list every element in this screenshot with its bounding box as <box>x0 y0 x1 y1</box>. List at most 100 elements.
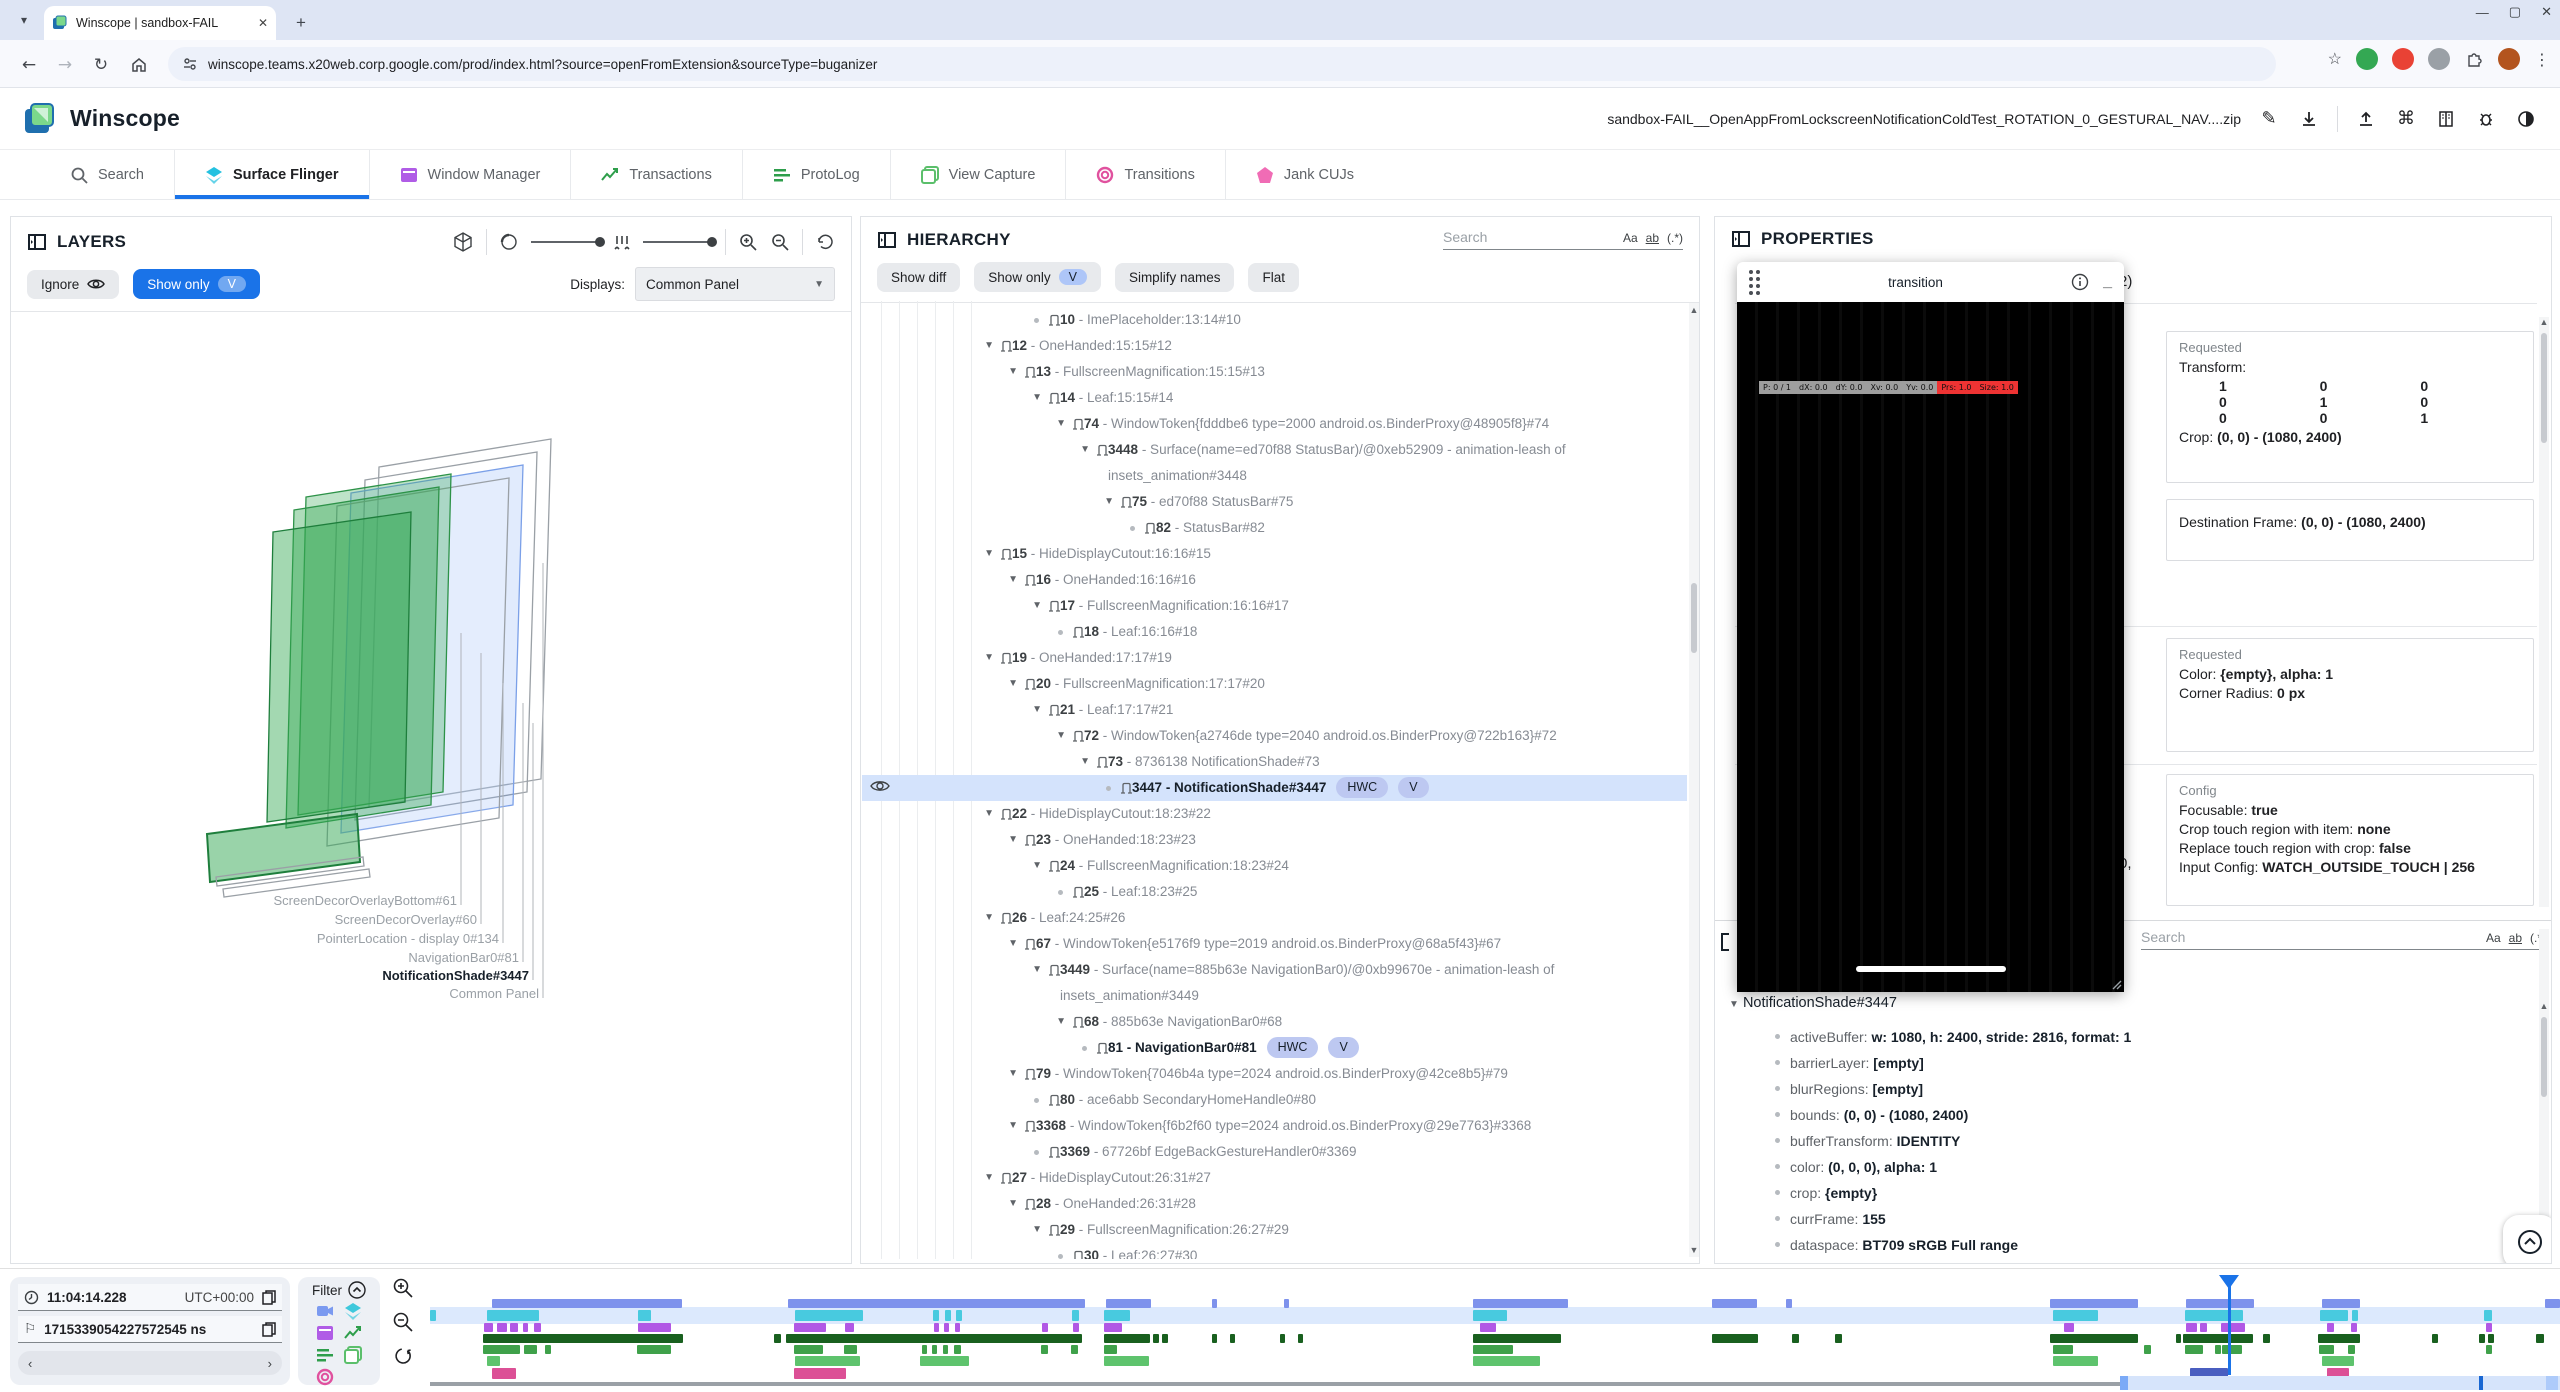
expand-arrow-icon[interactable]: ▼ <box>994 359 1036 385</box>
window-maximize-icon[interactable]: ▢ <box>2509 4 2521 20</box>
minimize-window-icon[interactable]: _ <box>2103 273 2112 291</box>
expand-arrow-icon[interactable]: ▼ <box>1090 489 1132 515</box>
spacing-slider[interactable] <box>643 241 713 243</box>
cast-icon[interactable] <box>2428 48 2450 70</box>
timeline-zoom-in-icon[interactable] <box>392 1277 414 1299</box>
expand-arrow-icon[interactable]: ▼ <box>970 801 1012 827</box>
expand-arrow-icon[interactable]: ▼ <box>994 671 1036 697</box>
expand-arrow-icon[interactable]: ▼ <box>994 1113 1036 1139</box>
tree-node-73[interactable]: ▼73 - 8736138 NotificationShade#73 <box>862 749 1687 775</box>
expand-arrow-icon[interactable]: ▼ <box>970 905 1012 931</box>
back-icon[interactable]: ← <box>16 52 42 78</box>
tree-node-80[interactable]: 80 - ace6abb SecondaryHomeHandle0#80 <box>862 1087 1687 1113</box>
resize-handle-icon[interactable] <box>2110 978 2122 990</box>
expand-arrow-icon[interactable]: ▼ <box>970 1165 1012 1191</box>
transition-window-titlebar[interactable]: transition _ <box>1737 262 2124 302</box>
expand-arrow-icon[interactable]: ▼ <box>1018 697 1060 723</box>
tree-node-17[interactable]: ▼17 - FullscreenMagnification:16:16#17 <box>862 593 1687 619</box>
timeline-tracks[interactable] <box>430 1269 2560 1392</box>
bookmark-star-icon[interactable]: ☆ <box>2328 49 2342 69</box>
expand-arrow-icon[interactable]: ▼ <box>970 645 1012 671</box>
expand-arrow-icon[interactable]: ▼ <box>970 333 1012 359</box>
tree-node-14[interactable]: ▼14 - Leaf:15:15#14 <box>862 385 1687 411</box>
tab-transitions[interactable]: Transitions <box>1065 150 1224 199</box>
transition-screenshot-window[interactable]: transition _ P: 0 / 1dX: 0.0dY: 0.0Xv: 0… <box>1737 262 2124 992</box>
timeline-cursor-head[interactable] <box>2219 1275 2239 1289</box>
expand-arrow-icon[interactable]: ▼ <box>1066 749 1108 775</box>
info-icon[interactable] <box>2071 273 2089 291</box>
tree-node-74[interactable]: ▼74 - WindowToken{fdddbe6 type=2000 andr… <box>862 411 1687 437</box>
filter-stack-icon[interactable] <box>344 1346 362 1364</box>
scroll-left-icon[interactable]: ‹ <box>28 1356 32 1371</box>
curr-prop-bounds[interactable]: bounds: (0, 0) - (1080, 2400) <box>1775 1107 1968 1123</box>
tree-node-3368[interactable]: ▼3368 - WindowToken{f6b2f60 type=2024 an… <box>862 1113 1687 1139</box>
collapse-panel-icon[interactable] <box>27 232 47 252</box>
show-only-chip[interactable]: Show only V <box>133 269 260 299</box>
shortcuts-icon[interactable]: ⌘ <box>2394 107 2418 131</box>
reset-view-icon[interactable] <box>815 232 835 252</box>
filter-list-icon[interactable] <box>316 1346 334 1364</box>
3d-view-icon[interactable] <box>452 231 474 253</box>
tree-node-21[interactable]: ▼21 - Leaf:17:17#21 <box>862 697 1687 723</box>
tree-node-12[interactable]: ▼12 - OneHanded:15:15#12 <box>862 333 1687 359</box>
curr-prop-activeBuffer[interactable]: activeBuffer: w: 1080, h: 2400, stride: … <box>1775 1029 2131 1045</box>
timeline-reset-zoom-icon[interactable] <box>392 1345 414 1367</box>
match-word-icon[interactable]: ab <box>2509 931 2522 945</box>
expand-arrow-icon[interactable]: ▼ <box>1042 1009 1084 1035</box>
expand-arrow-icon[interactable]: ▼ <box>1018 853 1060 879</box>
properties-search-input[interactable]: Search Aa ab (.*) <box>2141 929 2546 950</box>
browser-tab[interactable]: Winscope | sandbox-FAIL ✕ <box>44 6 276 40</box>
tree-node-68[interactable]: ▼68 - 885b63e NavigationBar0#68 <box>862 1009 1687 1035</box>
timeline-scrollbar[interactable]: ‹ › <box>18 1351 282 1375</box>
current-ns-field[interactable]: ⚐ 1715339054227572545 ns <box>18 1316 282 1343</box>
chip-flat[interactable]: Flat <box>1248 263 1299 292</box>
tree-node-18[interactable]: 18 - Leaf:16:16#18 <box>862 619 1687 645</box>
curr-state-root[interactable]: ▼ NotificationShade#3447 <box>1729 995 1897 1011</box>
url-bar[interactable]: winscope.teams.x20web.corp.google.com/pr… <box>168 47 2276 81</box>
extension-icon-red[interactable] <box>2392 48 2414 70</box>
tree-node-15[interactable]: ▼15 - HideDisplayCutout:16:16#15 <box>862 541 1687 567</box>
minimap-selection[interactable] <box>2120 1376 2560 1390</box>
expand-arrow-icon[interactable]: ▼ <box>994 1061 1036 1087</box>
filter-chart-icon[interactable] <box>344 1324 362 1342</box>
tree-node-30[interactable]: 30 - Leaf:26:27#30 <box>862 1243 1687 1259</box>
reload-icon[interactable]: ↻ <box>88 52 114 78</box>
filter-ring-icon[interactable] <box>316 1368 334 1386</box>
collapse-panel-icon[interactable] <box>1731 229 1751 249</box>
display-select[interactable]: Common Panel▼ <box>635 267 835 301</box>
tab-search[interactable]: Search <box>40 150 174 199</box>
chip-show-diff[interactable]: Show diff <box>877 263 960 292</box>
extension-icon-green[interactable] <box>2356 48 2378 70</box>
tree-node-81[interactable]: 81 - NavigationBar0#81HWCV <box>862 1035 1687 1061</box>
rotation-slider[interactable] <box>531 241 601 243</box>
tree-node-27[interactable]: ▼27 - HideDisplayCutout:26:31#27 <box>862 1165 1687 1191</box>
tab-surface-flinger[interactable]: Surface Flinger <box>174 150 369 199</box>
docs-icon[interactable] <box>2434 107 2458 131</box>
expand-arrow-icon[interactable]: ▼ <box>1018 957 1060 983</box>
expand-arrow-icon[interactable]: ▼ <box>994 931 1036 957</box>
expand-arrow-icon[interactable]: ▼ <box>994 1191 1036 1217</box>
expand-arrow-icon[interactable]: ▼ <box>994 827 1036 853</box>
curr-prop-barrierLayer[interactable]: barrierLayer: [empty] <box>1775 1055 1924 1071</box>
visibility-toggle-icon[interactable] <box>870 778 890 798</box>
tab-transactions[interactable]: Transactions <box>570 150 741 199</box>
collapse-filter-icon[interactable] <box>348 1281 366 1299</box>
collapse-panel-icon[interactable] <box>877 230 897 250</box>
curr-prop-bufferTransform[interactable]: bufferTransform: IDENTITY <box>1775 1133 1960 1149</box>
collapse-to-bottom-button[interactable] <box>2503 1215 2552 1264</box>
ignore-chip[interactable]: Ignore <box>27 270 119 299</box>
profile-avatar[interactable] <box>2498 48 2520 70</box>
new-tab-button[interactable]: + <box>288 10 314 36</box>
tree-node-20[interactable]: ▼20 - FullscreenMagnification:17:17#20 <box>862 671 1687 697</box>
properties-scrollbar[interactable]: ▲ <box>2539 317 2549 907</box>
chip-show-only[interactable]: Show onlyV <box>974 262 1101 292</box>
zoom-in-icon[interactable] <box>738 232 758 252</box>
curr-state-scrollbar[interactable]: ▲ <box>2539 929 2549 1255</box>
download-icon[interactable] <box>2297 107 2321 131</box>
copy-icon[interactable] <box>262 1290 276 1305</box>
forward-icon[interactable]: → <box>52 52 78 78</box>
copy-icon[interactable] <box>262 1322 276 1337</box>
chip-simplify-names[interactable]: Simplify names <box>1115 263 1235 292</box>
layers-3d-canvas[interactable]: ScreenDecorOverlayBottom#61ScreenDecorOv… <box>11 317 851 1263</box>
expand-arrow-icon[interactable]: ▼ <box>994 567 1036 593</box>
